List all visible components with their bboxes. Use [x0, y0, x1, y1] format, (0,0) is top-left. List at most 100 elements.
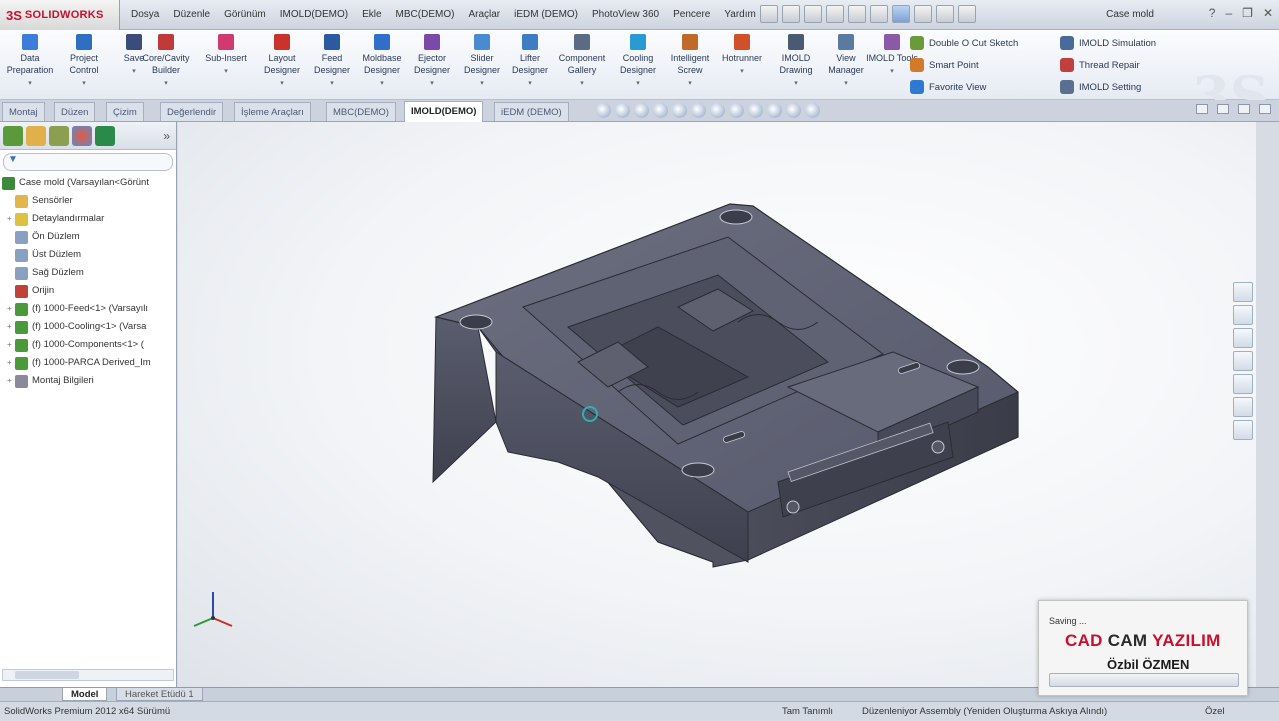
file-properties-icon[interactable] — [936, 5, 954, 23]
expand-toggle-icon[interactable]: + — [7, 336, 15, 354]
hide-show-items-icon[interactable] — [710, 103, 725, 118]
ribbon-button-thread-repair[interactable]: Thread Repair — [1060, 55, 1140, 75]
ribbon-button-feed-designer[interactable]: Feed Designer ▾ — [306, 34, 358, 90]
design-library-icon[interactable] — [1233, 305, 1253, 325]
ribbon-button-imold-setting[interactable]: IMOLD Setting — [1060, 77, 1141, 97]
dimxpert-tab-icon[interactable] — [95, 125, 115, 146]
tree-item-montaj-bilgileri[interactable]: + Montaj Bilgileri — [0, 372, 176, 390]
menu-item-imold-demo[interactable]: IMOLD(DEMO) — [273, 0, 355, 30]
menu-item-dosya[interactable]: Dosya — [124, 0, 166, 30]
menu-item-photoview-360[interactable]: PhotoView 360 — [585, 0, 666, 30]
ribbon-button-moldbase-designer[interactable]: Moldbase Designer ▾ — [356, 34, 408, 90]
chevron-down-icon[interactable]: ▾ — [716, 66, 768, 78]
chevron-right-icon[interactable]: » — [163, 129, 170, 143]
search-icon[interactable] — [1233, 351, 1253, 371]
ribbon-button-imold-simulation[interactable]: IMOLD Simulation — [1060, 33, 1156, 53]
menu-item-ekle[interactable]: Ekle — [355, 0, 388, 30]
feature-manager-tab-icon[interactable] — [3, 125, 23, 146]
menu-item-duzenle[interactable]: Düzenle — [166, 0, 217, 30]
display-style-icon[interactable] — [691, 103, 706, 118]
chevron-down-icon[interactable]: ▾ — [140, 78, 192, 90]
scroll-thumb[interactable] — [15, 671, 79, 679]
tab-degerlendir[interactable]: Değerlendir — [160, 102, 224, 121]
apply-scene-icon[interactable] — [748, 103, 763, 118]
file-explorer-icon[interactable] — [1233, 328, 1253, 348]
edit-appearance-icon[interactable] — [729, 103, 744, 118]
chevron-down-icon[interactable]: ▾ — [770, 78, 822, 90]
previous-view-icon[interactable] — [634, 103, 649, 118]
expand-toggle-icon[interactable]: + — [7, 210, 15, 228]
tab-cizim[interactable]: Çizim — [106, 102, 144, 121]
tree-item-on-duzlem[interactable]: Ön Düzlem — [0, 228, 176, 246]
chevron-down-icon[interactable]: ▾ — [256, 78, 308, 90]
ribbon-button-imold-drawing[interactable]: IMOLD Drawing ▾ — [770, 34, 822, 90]
tree-item-f-1000-parca-derived-im[interactable]: + (f) 1000-PARCA Derived_Im — [0, 354, 176, 372]
tree-item-case-mold-varsay-lan-gorunt[interactable]: Case mold (Varsayılan<Görünt — [0, 174, 176, 192]
section-view-icon[interactable] — [653, 103, 668, 118]
property-manager-tab-icon[interactable] — [26, 125, 46, 146]
menu-item-yard-m[interactable]: Yardım — [717, 0, 763, 30]
tree-item-ust-duzlem[interactable]: Üst Düzlem — [0, 246, 176, 264]
menu-item-gorunum[interactable]: Görünüm — [217, 0, 273, 30]
chevron-down-icon[interactable]: ▾ — [406, 78, 458, 90]
rebuild-icon[interactable] — [914, 5, 932, 23]
expand-toggle-icon[interactable]: + — [7, 354, 15, 372]
open-icon[interactable] — [782, 5, 800, 23]
ribbon-button-intelligent-screw[interactable]: Intelligent Screw ▾ — [664, 34, 716, 90]
chevron-down-icon[interactable]: ▾ — [58, 78, 110, 90]
new-document-icon[interactable] — [760, 5, 778, 23]
undo-icon[interactable] — [848, 5, 866, 23]
tree-item-orijin[interactable]: Orijin — [0, 282, 176, 300]
view-settings-icon[interactable] — [767, 103, 782, 118]
chevron-down-icon[interactable]: ▾ — [664, 78, 716, 90]
ribbon-button-hotrunner[interactable]: Hotrunner ▾ — [716, 34, 768, 78]
chevron-down-icon[interactable]: ▾ — [356, 78, 408, 90]
save-icon[interactable] — [804, 5, 822, 23]
chevron-down-icon[interactable]: ▾ — [504, 78, 556, 90]
chevron-down-icon[interactable]: ▾ — [4, 78, 56, 90]
ribbon-button-lifter-designer[interactable]: Lifter Designer ▾ — [504, 34, 556, 90]
zoom-to-fit-icon[interactable] — [596, 103, 611, 118]
options-icon[interactable] — [958, 5, 976, 23]
menu-item-mbc-demo[interactable]: MBC(DEMO) — [389, 0, 462, 30]
tree-item-sag-duzlem[interactable]: Sağ Düzlem — [0, 264, 176, 282]
tree-horizontal-scrollbar[interactable] — [2, 669, 174, 681]
view-orientation-icon[interactable] — [672, 103, 687, 118]
tab-imold-demo[interactable]: IMOLD(DEMO) — [404, 101, 484, 122]
ribbon-button-layout-designer[interactable]: Layout Designer ▾ — [256, 34, 308, 90]
tree-filter-input[interactable]: ▼ — [3, 153, 173, 171]
ribbon-button-favorite-view[interactable]: Favorite View — [910, 77, 986, 97]
chevron-down-icon[interactable]: ▾ — [612, 78, 664, 90]
more-view-tools-icon[interactable] — [805, 103, 820, 118]
solidworks-resources-icon[interactable] — [1233, 282, 1253, 302]
tree-item-detayland-rmalar[interactable]: + Detaylandırmalar — [0, 210, 176, 228]
print-icon[interactable] — [826, 5, 844, 23]
viewport-split-icon[interactable] — [1196, 104, 1208, 114]
select-icon[interactable] — [892, 5, 910, 23]
bottom-tab-hareket-etudu-1[interactable]: Hareket Etüdü 1 — [116, 688, 203, 701]
ribbon-button-view-manager[interactable]: View Manager ▾ — [820, 34, 872, 90]
expand-toggle-icon[interactable]: + — [7, 372, 15, 390]
bottom-tab-model[interactable]: Model — [62, 688, 108, 701]
menu-item-araclar[interactable]: Araçlar — [461, 0, 507, 30]
tree-item-f-1000-components-1[interactable]: + (f) 1000-Components<1> ( — [0, 336, 176, 354]
restore-icon[interactable]: ❐ — [1242, 6, 1253, 20]
expand-toggle-icon[interactable]: + — [7, 318, 15, 336]
tab-isleme-araclar[interactable]: İşleme Araçları — [234, 102, 311, 121]
ribbon-button-data-preparation[interactable]: Data Preparation ▾ — [4, 34, 56, 90]
viewport-close-icon[interactable] — [1259, 104, 1271, 114]
redo-icon[interactable] — [870, 5, 888, 23]
viewport-restore-icon[interactable] — [1238, 104, 1250, 114]
menu-item-iedm-demo[interactable]: iEDM (DEMO) — [507, 0, 585, 30]
ribbon-button-project-control[interactable]: Project Control ▾ — [58, 34, 110, 90]
close-icon[interactable]: ✕ — [1263, 6, 1273, 20]
ribbon-button-slider-designer[interactable]: Slider Designer ▾ — [456, 34, 508, 90]
zoom-to-area-icon[interactable] — [615, 103, 630, 118]
ribbon-button-sub-insert[interactable]: Sub-Insert ▾ — [200, 34, 252, 78]
view-palette-icon[interactable] — [1233, 374, 1253, 394]
chevron-down-icon[interactable]: ▾ — [556, 78, 608, 90]
tab-montaj[interactable]: Montaj — [2, 102, 45, 121]
tab-mbc-demo[interactable]: MBC(DEMO) — [326, 102, 396, 121]
chevron-down-icon[interactable]: ▾ — [200, 66, 252, 78]
tab-iedm-demo[interactable]: iEDM (DEMO) — [494, 102, 569, 121]
